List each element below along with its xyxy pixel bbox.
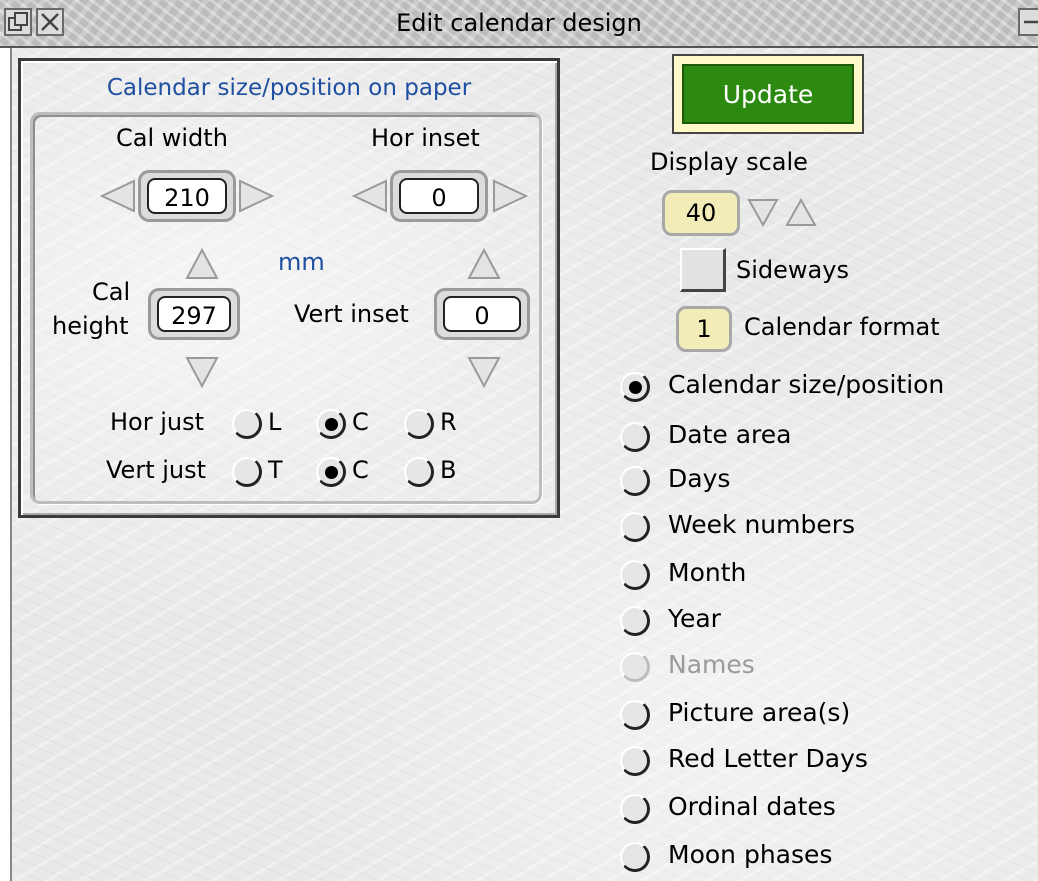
section-radio-names	[620, 652, 650, 682]
cal-height-decrease-icon[interactable]	[184, 354, 220, 390]
hor-just-radio-c[interactable]	[316, 409, 346, 439]
section-label-calendar-size-position[interactable]: Calendar size/position	[668, 370, 944, 399]
section-label-red-letter-days[interactable]: Red Letter Days	[668, 744, 868, 773]
calendar-format-label: Calendar format	[744, 313, 940, 341]
section-radio-days[interactable]	[620, 466, 650, 496]
display-scale-decrease-icon[interactable]	[746, 196, 780, 228]
section-radio-week-numbers[interactable]	[620, 512, 650, 542]
section-label-month[interactable]: Month	[668, 558, 746, 587]
section-radio-month[interactable]	[620, 560, 650, 590]
display-scale-increase-icon[interactable]	[784, 196, 818, 228]
section-label-picture-areas[interactable]: Picture area(s)	[668, 698, 850, 727]
section-label-moon-phases[interactable]: Moon phases	[668, 840, 832, 869]
vert-inset-label: Vert inset	[294, 300, 409, 328]
vert-just-option-t: T	[268, 456, 283, 484]
cal-height-label-line2: height	[52, 312, 129, 340]
section-label-ordinal-dates[interactable]: Ordinal dates	[668, 792, 836, 821]
vert-just-radio-b[interactable]	[404, 457, 434, 487]
cal-width-decrease-icon[interactable]	[98, 178, 138, 214]
vert-inset-field[interactable]: 0	[434, 288, 530, 340]
sideways-label: Sideways	[736, 256, 849, 284]
vert-inset-increase-icon[interactable]	[466, 246, 502, 282]
hor-inset-increase-icon[interactable]	[490, 178, 530, 214]
hor-inset-decrease-icon[interactable]	[350, 178, 390, 214]
section-radio-date-area[interactable]	[620, 422, 650, 452]
hor-just-option-r: R	[440, 408, 457, 436]
vert-just-option-b: B	[440, 456, 457, 484]
section-radio-picture-areas[interactable]	[620, 700, 650, 730]
hor-just-radio-l[interactable]	[232, 409, 262, 439]
update-button-label[interactable]: Update	[682, 64, 854, 124]
hor-just-option-c: C	[352, 408, 369, 436]
section-label-week-numbers[interactable]: Week numbers	[668, 510, 855, 539]
display-scale-field[interactable]: 40	[662, 190, 740, 236]
update-button[interactable]: Update	[672, 54, 864, 134]
cal-width-increase-icon[interactable]	[236, 178, 276, 214]
calendar-format-field[interactable]: 1	[676, 306, 732, 352]
section-radio-ordinal-dates[interactable]	[620, 794, 650, 824]
window-title: Edit calendar design	[396, 9, 642, 37]
hor-just-label: Hor just	[110, 408, 205, 436]
hor-just-radio-r[interactable]	[404, 409, 434, 439]
section-label-year[interactable]: Year	[668, 604, 721, 633]
cal-height-field[interactable]: 297	[148, 288, 240, 340]
section-radio-year[interactable]	[620, 606, 650, 636]
vert-just-radio-c[interactable]	[316, 457, 346, 487]
hor-inset-field[interactable]: 0	[390, 170, 488, 222]
cal-height-increase-icon[interactable]	[184, 246, 220, 282]
title-bar[interactable]: Edit calendar design	[0, 0, 1038, 48]
section-label-date-area[interactable]: Date area	[668, 420, 791, 449]
hor-just-option-l: L	[268, 408, 282, 436]
display-scale-label: Display scale	[650, 148, 808, 176]
vert-just-label: Vert just	[106, 456, 207, 484]
section-radio-moon-phases[interactable]	[620, 842, 650, 872]
unit-label: mm	[278, 248, 325, 276]
vert-just-radio-t[interactable]	[232, 457, 262, 487]
vert-just-option-c: C	[352, 456, 369, 484]
vert-inset-decrease-icon[interactable]	[466, 354, 502, 390]
toggle-size-icon[interactable]	[1018, 8, 1038, 36]
cal-width-label: Cal width	[116, 124, 228, 152]
cal-width-field[interactable]: 210	[138, 170, 236, 222]
hor-inset-label: Hor inset	[371, 124, 480, 152]
section-radio-calendar-size-position[interactable]	[620, 372, 650, 402]
section-radio-red-letter-days[interactable]	[620, 746, 650, 776]
cal-height-label-line1: Cal	[92, 278, 131, 306]
section-label-days[interactable]: Days	[668, 464, 730, 493]
section-label-names: Names	[668, 650, 755, 679]
sideways-checkbox[interactable]	[680, 248, 726, 292]
panel-title: Calendar size/position on paper	[106, 75, 472, 101]
